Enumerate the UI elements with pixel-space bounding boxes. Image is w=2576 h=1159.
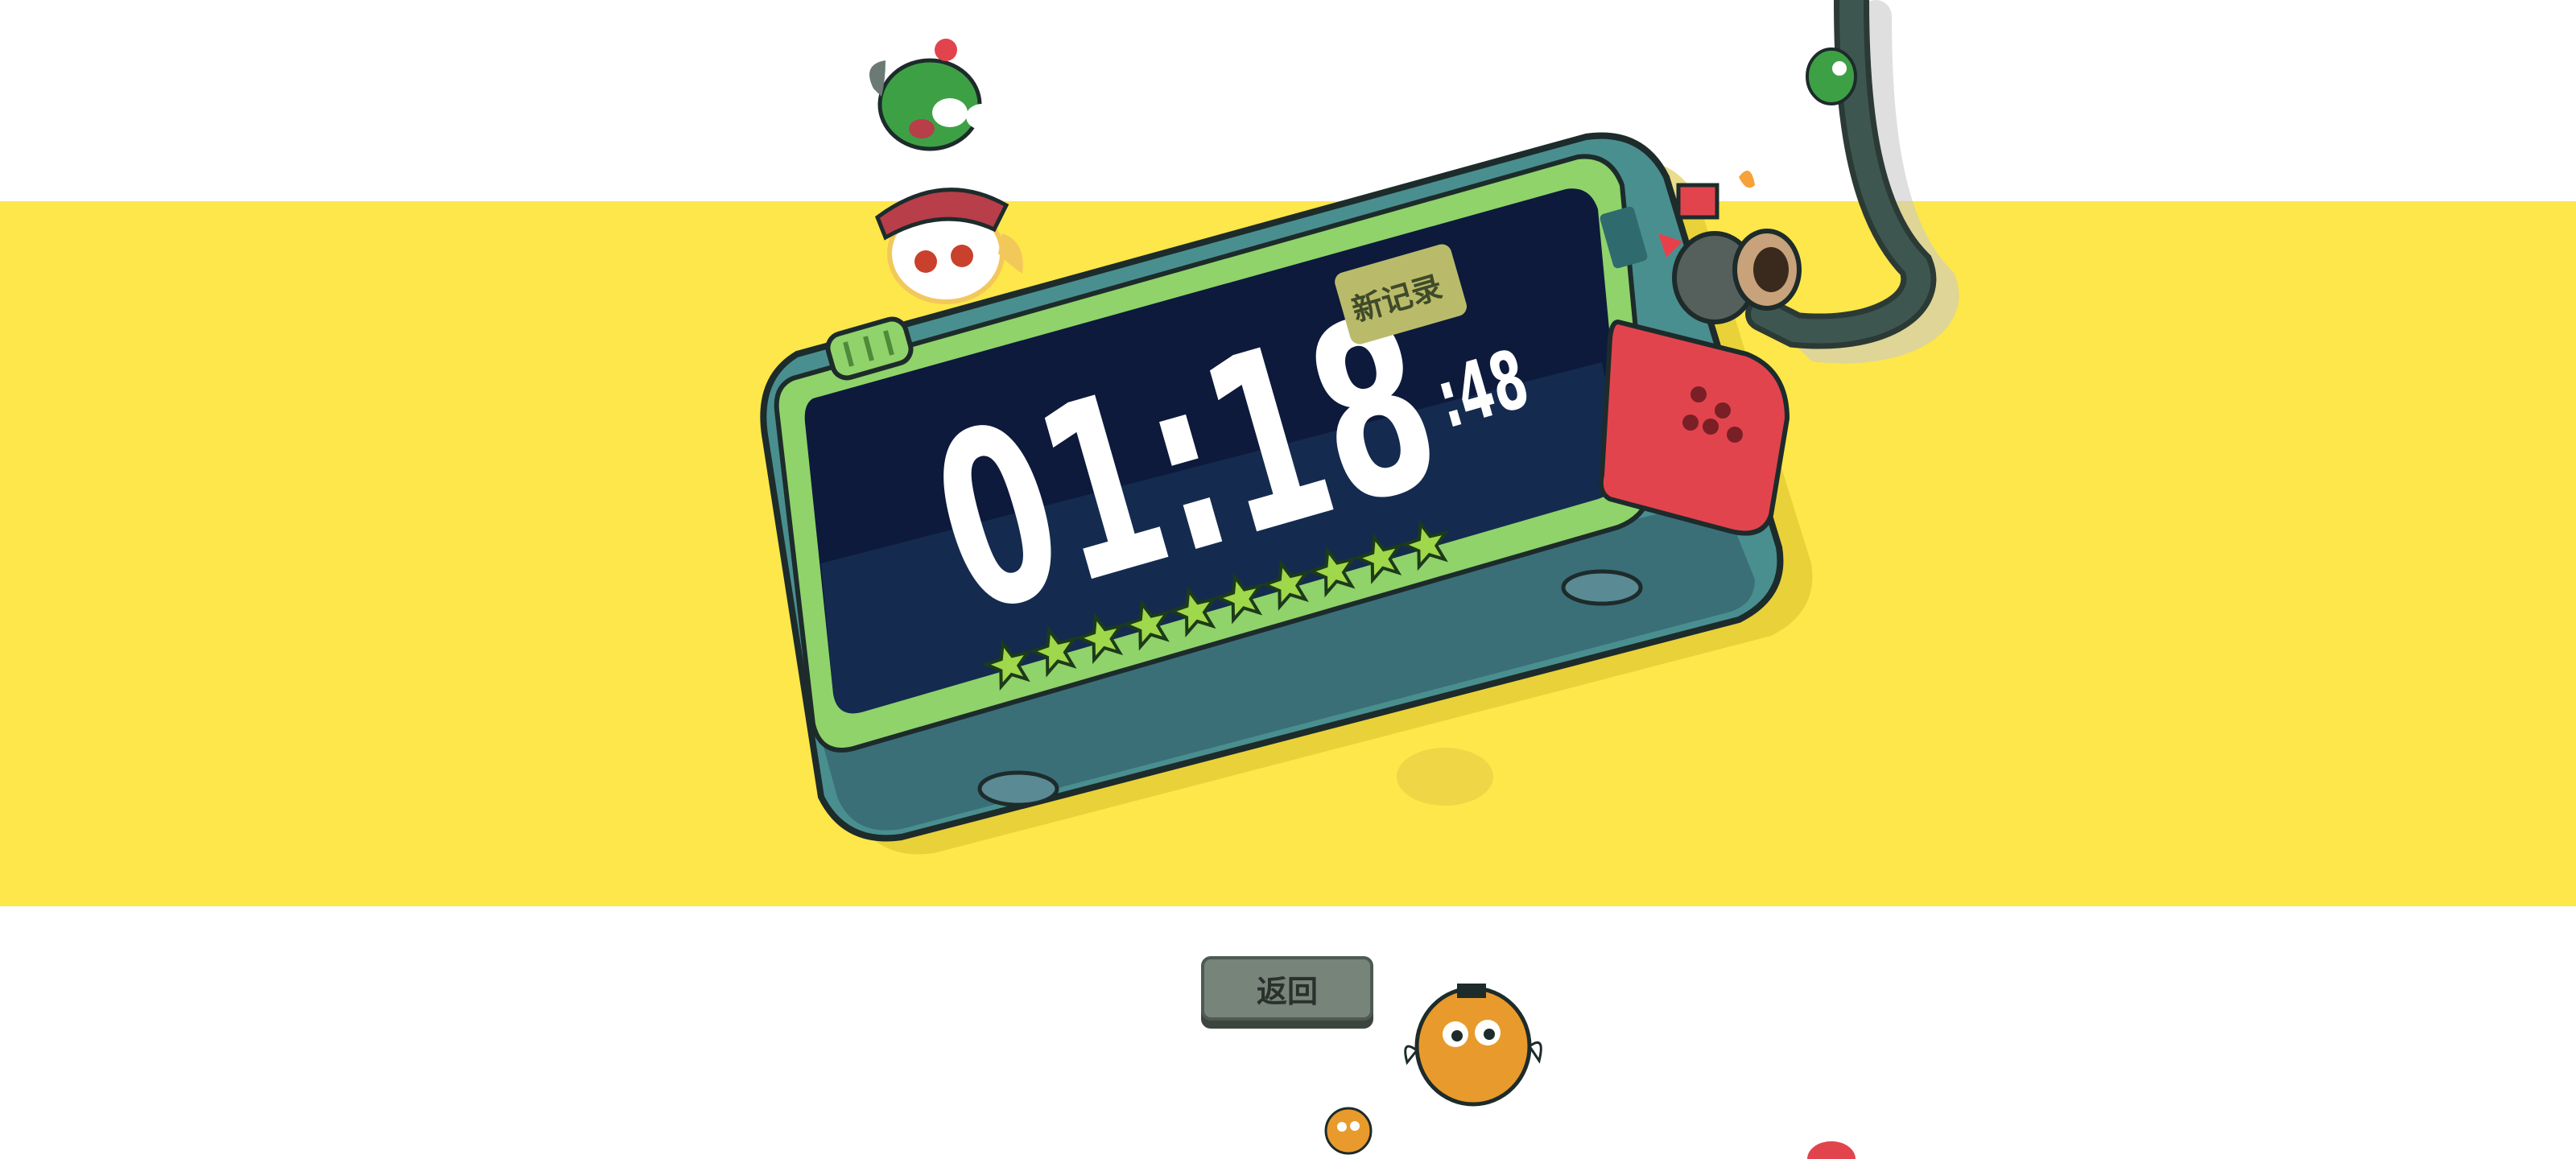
orange-creature: [1404, 984, 1542, 1107]
green-creature: [869, 39, 998, 151]
orange-creature-small: [1324, 1107, 1373, 1155]
green-creature-small: [1806, 47, 1857, 105]
return-button[interactable]: 返回: [1201, 956, 1373, 1021]
red-button-block: [1598, 319, 1790, 536]
girl-character: [874, 188, 1023, 304]
red-creature-partial: [1807, 1141, 1856, 1159]
return-button-label: 返回: [1256, 973, 1318, 1009]
faint-creature: [1397, 748, 1493, 806]
